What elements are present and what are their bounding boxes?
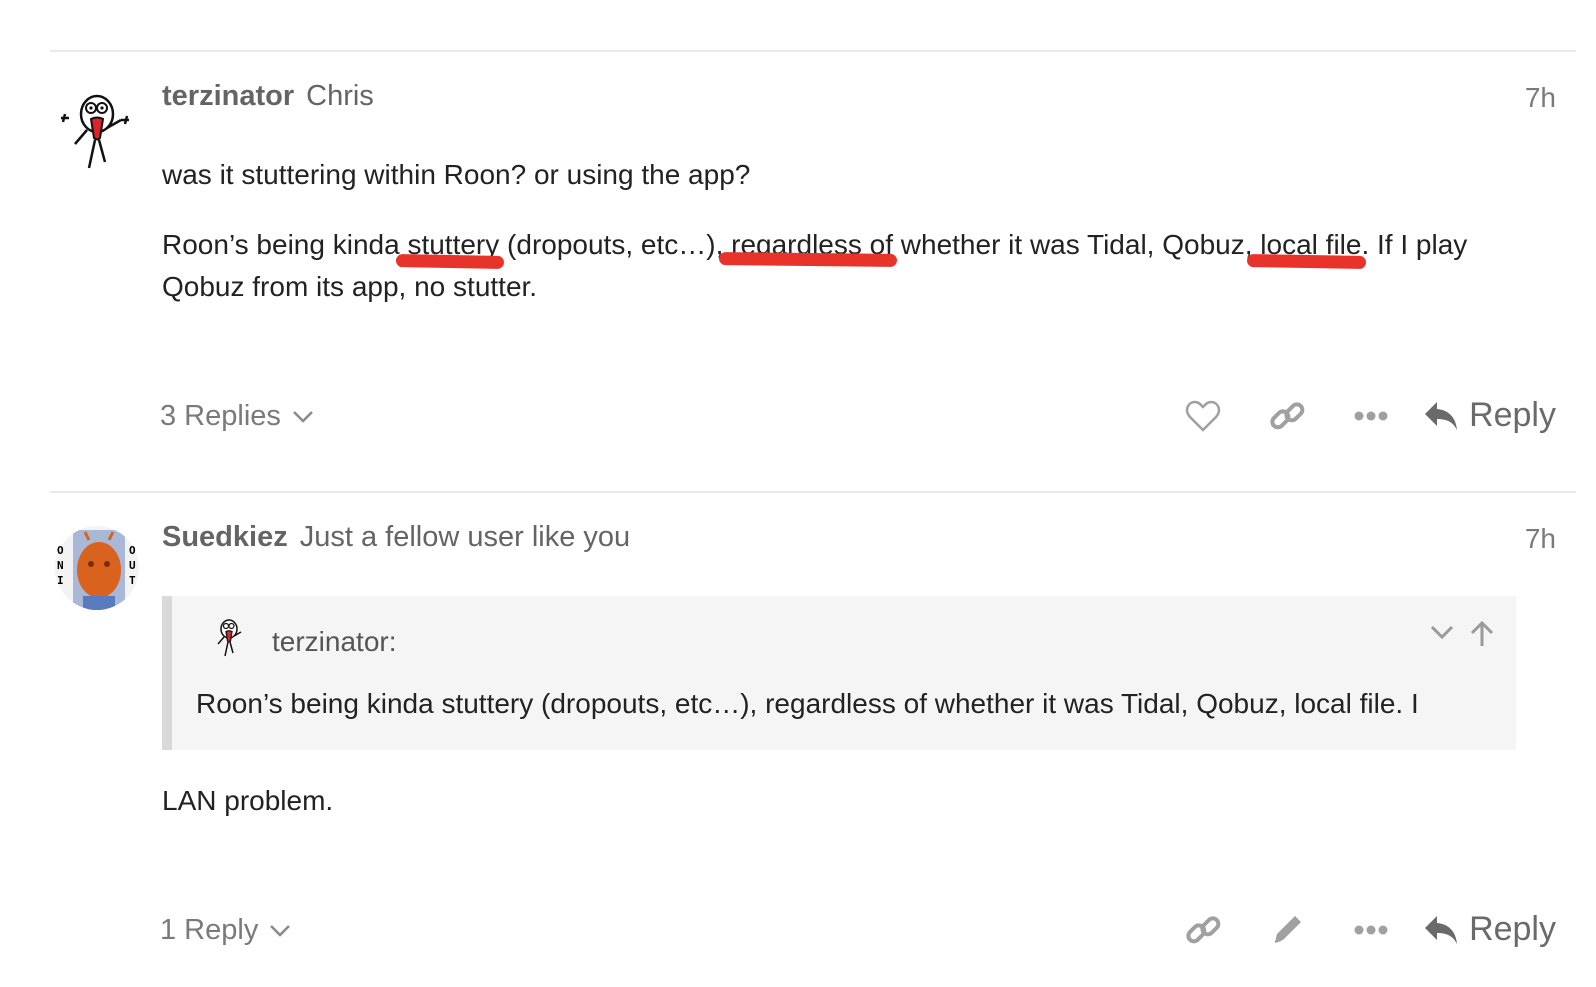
- reply-icon: [1425, 915, 1458, 944]
- chevron-down-icon[interactable]: [1428, 620, 1456, 653]
- svg-text:I: I: [57, 574, 64, 587]
- svg-text:T: T: [129, 574, 136, 587]
- replies-toggle[interactable]: 1 Reply: [160, 914, 292, 947]
- post-paragraph: was it stuttering within Roon? or using …: [162, 159, 751, 190]
- replies-count: 1 Reply: [160, 914, 259, 946]
- link-icon[interactable]: [1161, 911, 1245, 949]
- top-divider: [50, 50, 1576, 52]
- like-icon[interactable]: [1161, 399, 1245, 433]
- quote-header: terzinator:: [208, 618, 397, 665]
- chevron-down-icon: [268, 914, 292, 947]
- post-divider: [50, 491, 1576, 493]
- post-author[interactable]: terzinator Chris: [162, 80, 374, 113]
- svg-text:O: O: [129, 544, 136, 557]
- quote-author: terzinator:: [272, 625, 397, 657]
- post-age[interactable]: 7h: [1525, 82, 1556, 114]
- post-body: was it stuttering within Roon? or using …: [162, 154, 1552, 308]
- post-actions: Reply: [1161, 910, 1556, 949]
- reply-icon: [1425, 401, 1458, 430]
- full-name: Chris: [306, 80, 374, 112]
- red-underline-mark: [1246, 253, 1366, 270]
- highlighted-word-stuttery: stuttery: [395, 229, 504, 269]
- text-segment: Roon’s being kinda: [162, 229, 400, 260]
- reply-label: Reply: [1469, 396, 1556, 434]
- username[interactable]: Suedkiez: [162, 521, 288, 553]
- quote-block: terzinator: Roon’s being kinda stuttery …: [162, 596, 1516, 750]
- post-body: LAN problem.: [162, 785, 334, 816]
- quote-avatar[interactable]: [208, 618, 248, 665]
- svg-text:U: U: [129, 559, 136, 572]
- arrow-up-icon[interactable]: [1468, 620, 1496, 653]
- post-paragraph: Roon’s being kinda stuttery (dropouts, e…: [162, 224, 1552, 308]
- more-icon[interactable]: [1329, 410, 1413, 422]
- red-underline-mark: [395, 254, 504, 269]
- red-underline-mark: [719, 252, 898, 267]
- svg-text:O: O: [57, 544, 64, 557]
- post-actions: Reply: [1161, 396, 1556, 435]
- quote-text: Roon’s being kinda stuttery (dropouts, e…: [196, 688, 1419, 719]
- reply-button[interactable]: Reply: [1423, 396, 1556, 435]
- post-author[interactable]: Suedkiez Just a fellow user like you: [162, 521, 630, 554]
- avatar[interactable]: ONI OUT: [55, 524, 141, 614]
- reply-button[interactable]: Reply: [1423, 910, 1556, 949]
- chevron-down-icon: [291, 400, 315, 433]
- username[interactable]: terzinator: [162, 80, 294, 112]
- user-title: Just a fellow user like you: [299, 521, 631, 553]
- more-icon[interactable]: [1329, 924, 1413, 936]
- reply-label: Reply: [1469, 910, 1556, 948]
- text-segment: whether it was Tidal, Qobuz,: [893, 229, 1253, 260]
- replies-count: 3 Replies: [160, 400, 281, 432]
- avatar[interactable]: [55, 92, 135, 182]
- post-age[interactable]: 7h: [1525, 523, 1556, 555]
- svg-text:N: N: [57, 559, 64, 572]
- replies-toggle[interactable]: 3 Replies: [160, 400, 315, 433]
- quote-controls: [1428, 620, 1496, 653]
- highlighted-phrase-regardless-of: regardless of: [719, 229, 898, 267]
- edit-icon[interactable]: [1245, 912, 1329, 948]
- link-icon[interactable]: [1245, 397, 1329, 435]
- highlighted-phrase-local-file: local file: [1246, 229, 1366, 270]
- text-segment: (dropouts, etc…),: [499, 229, 724, 260]
